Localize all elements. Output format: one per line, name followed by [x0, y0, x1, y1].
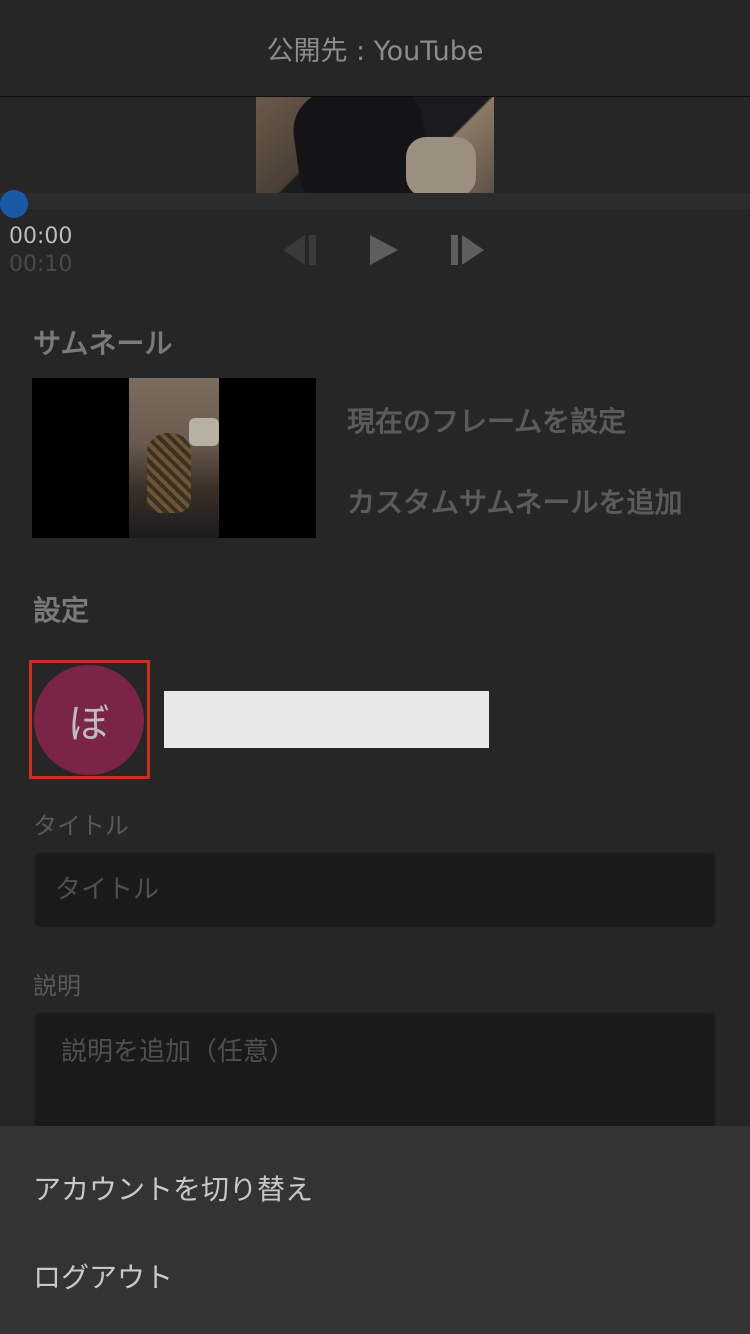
video-preview[interactable]: [256, 97, 494, 194]
add-custom-thumbnail-button[interactable]: カスタムサムネールを追加: [347, 481, 682, 521]
thumbnail-cat: [147, 433, 191, 513]
previous-frame-button[interactable]: [281, 232, 317, 268]
title-label: タイトル: [33, 812, 129, 840]
account-action-sheet: アカウントを切り替え ログアウト: [0, 1126, 750, 1334]
title-input[interactable]: [33, 851, 717, 929]
logout-item[interactable]: ログアウト: [33, 1256, 173, 1296]
thumbnail-heading: サムネール: [33, 327, 173, 360]
share-screen: 公開先 : YouTube 00:00 00:10 サムネール 現在のフレームを…: [0, 0, 750, 1334]
play-icon: [368, 233, 400, 267]
switch-account-item[interactable]: アカウントを切り替え: [33, 1168, 313, 1208]
next-frame-button[interactable]: [450, 232, 486, 268]
page-title: 公開先 : YouTube: [266, 35, 484, 67]
avatar-initial: ぼ: [69, 701, 109, 747]
current-time: 00:00: [9, 224, 73, 249]
description-label: 説明: [33, 972, 81, 1000]
step-back-icon: [281, 233, 317, 267]
account-avatar[interactable]: ぼ: [34, 665, 144, 775]
thumbnail-object: [189, 418, 219, 446]
step-forward-icon: [450, 233, 486, 267]
total-time: 00:10: [9, 252, 73, 277]
video-object: [406, 137, 476, 194]
progress-scrubber[interactable]: [0, 190, 28, 218]
account-name-redacted: [164, 691, 489, 748]
thumbnail-preview: [32, 378, 316, 538]
settings-heading: 設定: [33, 594, 90, 627]
thumbnail-image: [129, 378, 219, 538]
header: 公開先 : YouTube: [0, 0, 750, 97]
set-current-frame-button[interactable]: 現在のフレームを設定: [347, 400, 626, 440]
play-button[interactable]: [368, 232, 400, 268]
progress-track[interactable]: [0, 193, 750, 209]
